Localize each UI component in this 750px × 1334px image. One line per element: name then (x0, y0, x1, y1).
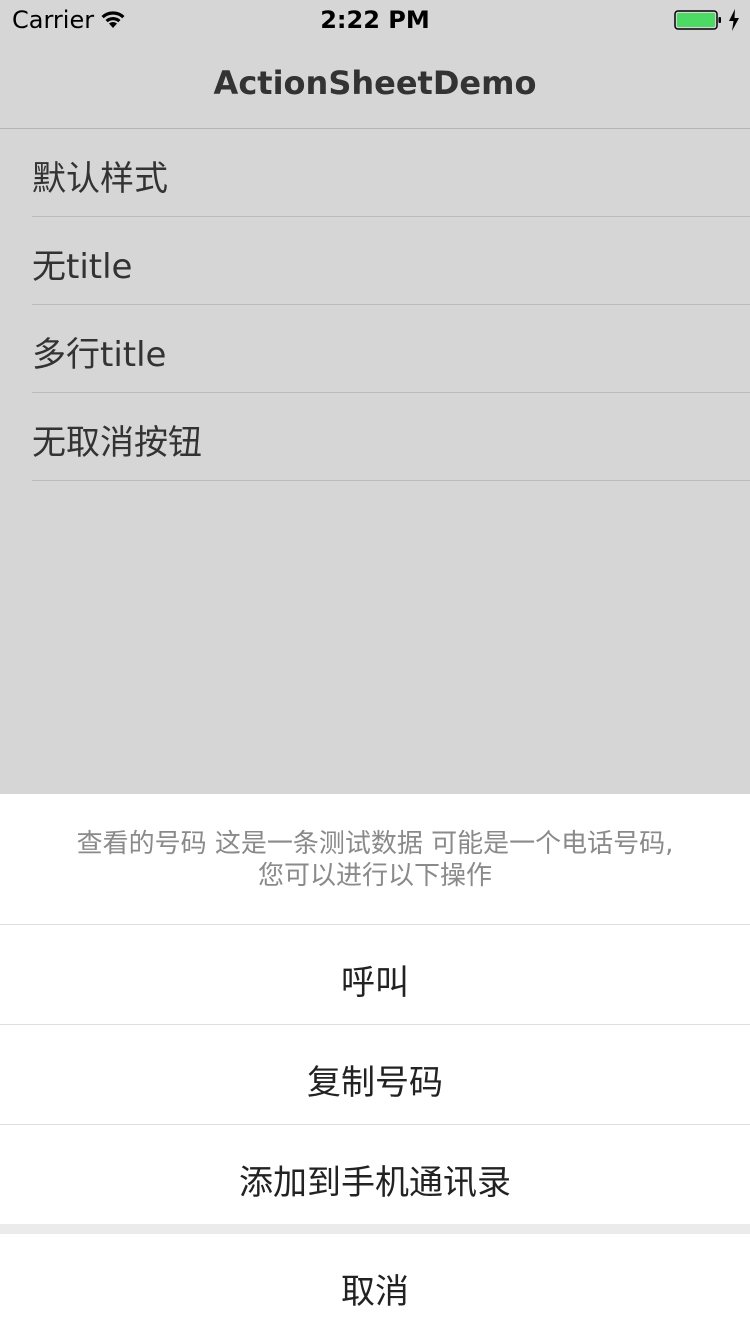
list-item-default-style[interactable]: 默认样式 (32, 129, 750, 217)
list-item-label: 默认样式 (32, 159, 168, 199)
list-item-no-cancel-button[interactable]: 无取消按钮 (32, 393, 750, 481)
add-to-contacts-button[interactable]: 添加到手机通讯录 (0, 1125, 750, 1224)
copy-number-button-label: 复制号码 (307, 1063, 443, 1103)
list-item-no-title[interactable]: 无title (32, 217, 750, 305)
list-item-label: 多行title (32, 335, 167, 375)
demo-list: 默认样式 无title 多行title 无取消按钮 (0, 129, 750, 481)
action-sheet-header: 查看的号码 这是一条测试数据 可能是一个电话号码, 您可以进行以下操作 (0, 794, 750, 925)
call-button-label: 呼叫 (341, 963, 409, 1003)
battery-icon (674, 10, 721, 30)
list-item-multiline-title[interactable]: 多行title (32, 305, 750, 393)
action-sheet: 查看的号码 这是一条测试数据 可能是一个电话号码, 您可以进行以下操作 呼叫 复… (0, 794, 750, 1334)
action-sheet-title: 查看的号码 这是一条测试数据 可能是一个电话号码, 您可以进行以下操作 (30, 828, 720, 892)
list-item-label: 无取消按钮 (32, 423, 202, 463)
copy-number-button[interactable]: 复制号码 (0, 1025, 750, 1125)
cancel-button-label: 取消 (341, 1272, 409, 1312)
cancel-button[interactable]: 取消 (0, 1234, 750, 1334)
clock-time: 2:22 PM (320, 6, 430, 34)
list-item-label: 无title (32, 247, 133, 287)
add-to-contacts-button-label: 添加到手机通讯录 (239, 1163, 511, 1203)
action-sheet-title-line-1: 查看的号码 这是一条测试数据 可能是一个电话号码, (76, 829, 674, 859)
charging-bolt-icon (729, 9, 739, 31)
status-bar: Carrier 2:22 PM (0, 0, 750, 40)
action-sheet-title-line-2: 您可以进行以下操作 (257, 861, 492, 891)
page-title: ActionSheetDemo (213, 64, 537, 102)
navigation-bar: ActionSheetDemo (0, 40, 750, 129)
call-button[interactable]: 呼叫 (0, 925, 750, 1025)
